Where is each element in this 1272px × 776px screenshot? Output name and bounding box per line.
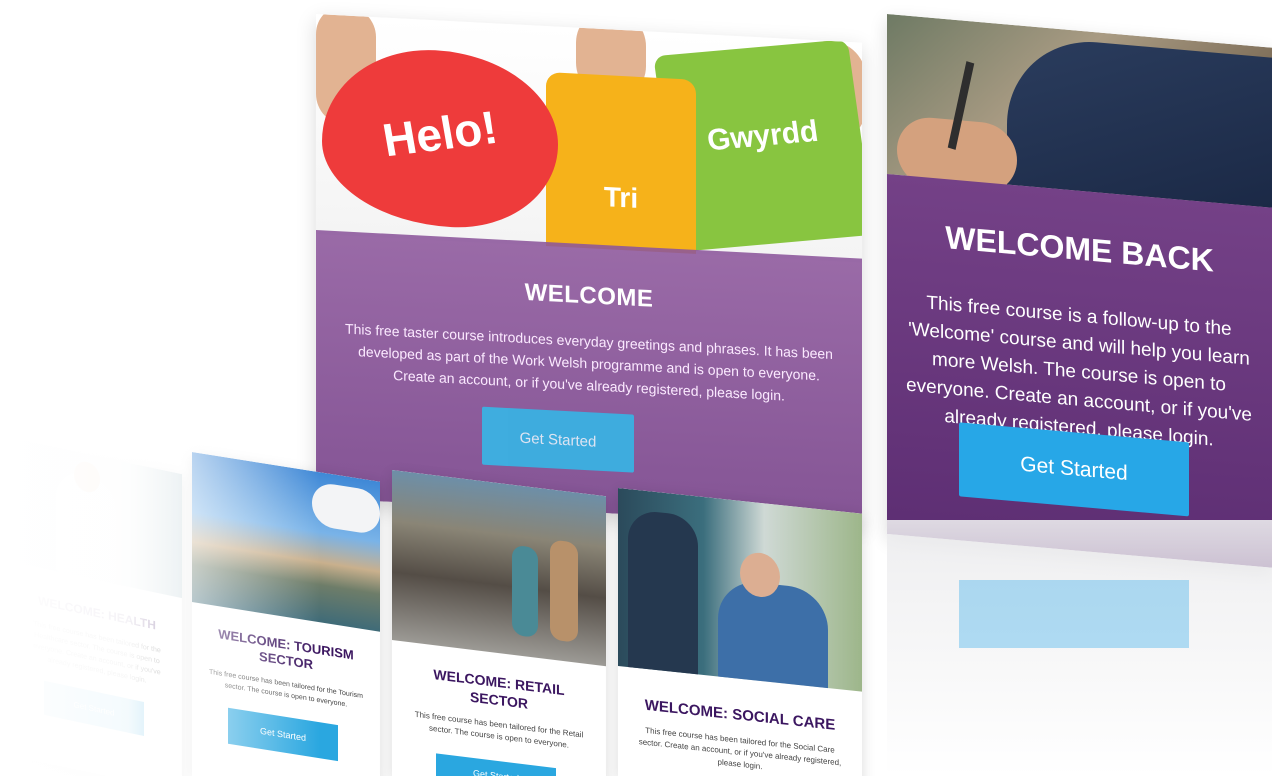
speech-bubbles-photo: Gwyrdd Tri Helo! — [316, 14, 862, 263]
speech-bubble-red: Helo! — [322, 44, 558, 233]
reflection-button-shape — [959, 580, 1189, 648]
course-card-social-care[interactable]: WELCOME: SOCIAL CARE This free course ha… — [618, 488, 862, 776]
retail-get-started-button[interactable]: Get Started — [436, 753, 556, 776]
tourism-get-started-button[interactable]: Get Started — [228, 707, 338, 762]
welcome-back-title: WELCOME BACK — [945, 219, 1214, 279]
cloud-shape — [312, 481, 380, 536]
course-card-retail[interactable]: WELCOME: RETAIL SECTOR This free course … — [392, 470, 606, 776]
photo-sleeve — [1007, 34, 1272, 208]
welcome-get-started-button[interactable]: Get Started — [482, 406, 634, 473]
course-gallery: Gwyrdd Tri Helo! WELCOME This free taste… — [0, 0, 1272, 776]
shopper-figure — [512, 544, 538, 638]
shopper-figure-2 — [550, 539, 578, 643]
welcome-back-reflection — [887, 520, 1272, 776]
pharmacist-photo — [12, 438, 182, 599]
welcome-course-card[interactable]: Gwyrdd Tri Helo! WELCOME This free taste… — [316, 14, 862, 527]
welcome-back-course-card[interactable]: WELCOME BACK This free course is a follo… — [887, 14, 1272, 568]
course-card-tourism[interactable]: WELCOME: TOURISM SECTOR This free course… — [192, 452, 380, 776]
harbour-photo — [192, 452, 380, 632]
bubble-text-red: Helo! — [378, 100, 502, 167]
bubble-text-yellow: Tri — [603, 181, 639, 214]
welcome-description: This free taster course introduces every… — [345, 320, 833, 404]
welcome-back-overlay: WELCOME BACK This free course is a follo… — [887, 174, 1272, 568]
welcome-title: WELCOME — [524, 278, 654, 313]
care-visit-photo — [618, 488, 862, 692]
speech-bubble-yellow: Tri — [546, 72, 696, 263]
course-card-health[interactable]: WELCOME: HEALTH This free course has bee… — [12, 438, 182, 776]
shopping-street-photo — [392, 470, 606, 667]
health-get-started-button[interactable]: Get Started — [44, 680, 144, 737]
carer-figure — [628, 509, 698, 675]
elderly-man-figure — [718, 578, 828, 689]
